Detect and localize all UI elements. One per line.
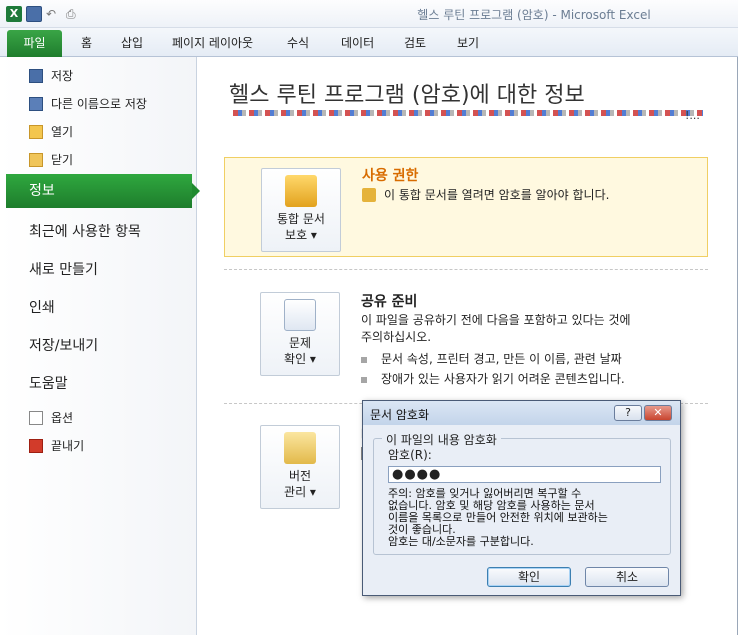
button-label-line1: 문제 bbox=[288, 336, 312, 350]
sidebar-label: 옵션 bbox=[51, 411, 74, 425]
encrypt-group: 이 파일의 내용 암호화 암호(R): ●●●● 주의: 암호를 잊거나 잃어버… bbox=[373, 431, 671, 555]
tab-file[interactable]: 파일 bbox=[7, 30, 62, 57]
manage-versions-button[interactable]: 버전 관리 ▾ bbox=[260, 425, 340, 509]
sidebar-options[interactable]: 옵션 bbox=[0, 409, 197, 426]
lock-icon bbox=[362, 188, 376, 202]
window-title: 헬스 루틴 프로그램 (암호) - Microsoft Excel bbox=[417, 8, 651, 22]
sidebar-save-as[interactable]: 다른 이름으로 저장 bbox=[0, 95, 197, 112]
button-label-line2: 확인 ▾ bbox=[284, 352, 316, 366]
sidebar-item-save-send[interactable]: 저장/보내기 bbox=[29, 335, 98, 355]
prepare-desc-line2: 주의하십시오. bbox=[361, 330, 432, 344]
prepare-desc-line1: 이 파일을 공유하기 전에 다음을 포함하고 있다는 것에 bbox=[361, 313, 631, 327]
sidebar-item-recent[interactable]: 최근에 사용한 항목 bbox=[29, 221, 141, 241]
tab-data[interactable]: 데이터 bbox=[341, 34, 374, 51]
permissions-desc-text: 이 통합 문서를 열려면 암호를 알아야 합니다. bbox=[384, 188, 610, 202]
sidebar-label: 열기 bbox=[51, 125, 74, 139]
sidebar-label: 저장 bbox=[51, 69, 74, 83]
prepare-sharing-section: 문제 확인 ▾ 공유 준비 이 파일을 공유하기 전에 다음을 포함하고 있다는… bbox=[224, 281, 708, 391]
tab-view[interactable]: 보기 bbox=[457, 34, 479, 51]
close-folder-icon bbox=[29, 152, 43, 167]
sidebar-label: 닫기 bbox=[51, 153, 74, 167]
exit-icon bbox=[29, 438, 43, 453]
save-as-icon bbox=[29, 96, 43, 111]
sidebar-label: 끝내기 bbox=[51, 439, 85, 453]
dialog-title: 문서 암호화 bbox=[370, 408, 430, 422]
options-icon bbox=[29, 410, 43, 425]
permissions-section: 통합 문서 보호 ▾ 사용 권한 이 통합 문서를 열려면 암호를 알아야 합니… bbox=[224, 157, 708, 257]
dialog-title-bar: 문서 암호화 ? ✕ bbox=[363, 401, 680, 425]
save-icon bbox=[29, 68, 43, 83]
encrypt-document-dialog: 문서 암호화 ? ✕ 이 파일의 내용 암호화 암호(R): ●●●● 주의: … bbox=[362, 400, 681, 596]
button-label-line1: 통합 문서 bbox=[277, 212, 325, 226]
prepare-bullet: 장애가 있는 사용자가 읽기 어려운 콘텐츠입니다. bbox=[361, 370, 625, 387]
excel-window: X ↶ ⎙ 헬스 루틴 프로그램 (암호) - Microsoft Excel … bbox=[0, 0, 738, 635]
protect-workbook-button[interactable]: 통합 문서 보호 ▾ bbox=[261, 168, 341, 252]
password-warning: 주의: 암호를 잊거나 잃어버리면 복구할 수 없습니다. 암호 및 해당 암호… bbox=[388, 488, 668, 548]
tab-formulas[interactable]: 수식 bbox=[287, 34, 309, 51]
title-bar: X ↶ ⎙ 헬스 루틴 프로그램 (암호) - Microsoft Excel bbox=[0, 0, 738, 28]
sidebar-item-info[interactable]: 정보 bbox=[6, 174, 200, 208]
ok-button[interactable]: 확인 bbox=[487, 567, 571, 587]
prepare-title: 공유 준비 bbox=[361, 294, 418, 310]
button-label-line1: 버전 bbox=[288, 469, 312, 483]
help-button[interactable]: ? bbox=[614, 405, 642, 421]
open-folder-icon bbox=[29, 124, 43, 139]
tab-page-layout[interactable]: 페이지 레이아웃 bbox=[172, 34, 253, 51]
file-path-redacted bbox=[233, 110, 703, 116]
password-label: 암호(R): bbox=[388, 448, 432, 462]
sidebar-exit[interactable]: 끝내기 bbox=[0, 437, 197, 454]
permissions-desc: 이 통합 문서를 열려면 암호를 알아야 합니다. bbox=[362, 187, 702, 204]
sidebar-close[interactable]: 닫기 bbox=[0, 151, 197, 168]
sidebar-save[interactable]: 저장 bbox=[0, 67, 197, 84]
sidebar-label: 다른 이름으로 저장 bbox=[51, 97, 147, 111]
section-divider bbox=[224, 269, 708, 270]
versions-icon bbox=[284, 432, 316, 464]
tab-insert[interactable]: 삽입 bbox=[121, 34, 143, 51]
button-label-line2: 보호 ▾ bbox=[285, 228, 317, 242]
button-label-line2: 관리 ▾ bbox=[284, 485, 316, 499]
permissions-title: 사용 권한 bbox=[362, 168, 419, 184]
warning-line: 암호는 대/소문자를 구분합니다. bbox=[388, 535, 534, 548]
sidebar-item-help[interactable]: 도움말 bbox=[29, 373, 68, 393]
checklist-icon bbox=[284, 299, 316, 331]
cancel-button[interactable]: 취소 bbox=[585, 567, 669, 587]
tab-home[interactable]: 홈 bbox=[81, 34, 92, 51]
sidebar-item-print[interactable]: 인쇄 bbox=[29, 297, 55, 317]
sidebar-open[interactable]: 열기 bbox=[0, 123, 197, 140]
password-field[interactable]: ●●●● bbox=[388, 466, 661, 483]
close-button[interactable]: ✕ bbox=[644, 405, 672, 421]
file-path-suffix: !... bbox=[685, 109, 700, 122]
backstage-sidebar: 저장 다른 이름으로 저장 열기 닫기 정보 최근에 사용한 항목 새로 만들기… bbox=[0, 57, 200, 635]
lock-key-icon bbox=[285, 175, 317, 207]
page-title: 헬스 루틴 프로그램 (암호)에 대한 정보 bbox=[229, 83, 585, 108]
check-issues-button[interactable]: 문제 확인 ▾ bbox=[260, 292, 340, 376]
tab-review[interactable]: 검토 bbox=[404, 34, 426, 51]
prepare-bullet: 문서 속성, 프린터 경고, 만든 이 이름, 관련 날짜 bbox=[361, 350, 622, 367]
ribbon-tabs: 파일 홈 삽입 페이지 레이아웃 수식 데이터 검토 보기 bbox=[0, 28, 738, 57]
sidebar-item-new[interactable]: 새로 만들기 bbox=[29, 259, 98, 279]
